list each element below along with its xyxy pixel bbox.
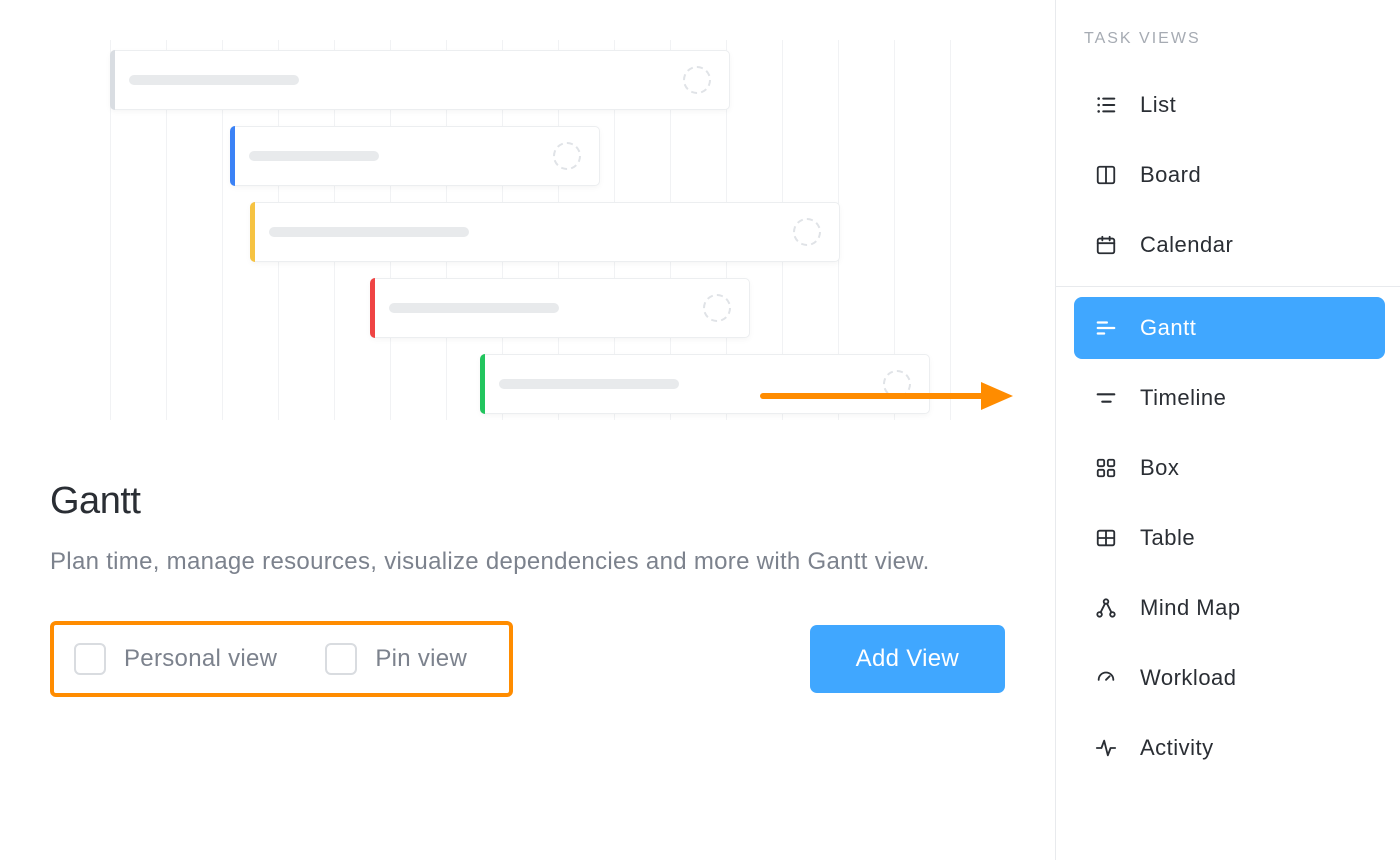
sidebar-item-mindmap[interactable]: Mind Map — [1074, 577, 1385, 639]
sidebar-divider — [1056, 286, 1400, 287]
calendar-icon — [1094, 233, 1118, 257]
activity-icon — [1094, 736, 1118, 760]
personal-view-checkbox[interactable]: Personal view — [74, 643, 277, 675]
gantt-bar — [250, 202, 840, 262]
sidebar-item-activity[interactable]: Activity — [1074, 717, 1385, 779]
view-footer: Personal view Pin view Add View — [50, 621, 1005, 697]
annotation-arrow-icon — [759, 376, 1019, 416]
assignee-placeholder-icon — [703, 294, 731, 322]
sidebar-item-label: Timeline — [1140, 385, 1226, 411]
task-views-sidebar: TASK VIEWS List Boa — [1055, 0, 1400, 860]
sidebar-item-label: Mind Map — [1140, 595, 1241, 621]
sidebar-item-board[interactable]: Board — [1074, 144, 1385, 206]
sidebar-item-timeline[interactable]: Timeline — [1074, 367, 1385, 429]
sidebar-item-label: Box — [1140, 455, 1179, 481]
main-panel: Gantt Plan time, manage resources, visua… — [0, 0, 1055, 860]
placeholder-line — [389, 303, 559, 313]
sidebar-item-label: List — [1140, 92, 1176, 118]
sidebar-item-gantt[interactable]: Gantt — [1074, 297, 1385, 359]
sidebar-item-list[interactable]: List — [1074, 74, 1385, 136]
sidebar-item-calendar[interactable]: Calendar — [1074, 214, 1385, 276]
assignee-placeholder-icon — [683, 66, 711, 94]
view-title: Gantt — [50, 480, 965, 523]
gantt-bar — [110, 50, 730, 110]
view-description: Plan time, manage resources, visualize d… — [50, 543, 930, 581]
sidebar-item-label: Workload — [1140, 665, 1237, 691]
sidebar-item-workload[interactable]: Workload — [1074, 647, 1385, 709]
list-icon — [1094, 93, 1118, 117]
workload-icon — [1094, 666, 1118, 690]
checkbox-box — [74, 643, 106, 675]
checkbox-label: Pin view — [375, 645, 467, 673]
placeholder-line — [249, 151, 379, 161]
sidebar-item-label: Gantt — [1140, 315, 1196, 341]
gantt-bar-color-tag — [110, 50, 115, 110]
gantt-icon — [1094, 316, 1118, 340]
gantt-bar — [230, 126, 600, 186]
view-options-highlight: Personal view Pin view — [50, 621, 513, 697]
add-view-button[interactable]: Add View — [810, 625, 1005, 693]
sidebar-item-label: Board — [1140, 162, 1201, 188]
sidebar-item-label: Activity — [1140, 735, 1214, 761]
checkbox-box — [325, 643, 357, 675]
mindmap-icon — [1094, 596, 1118, 620]
assignee-placeholder-icon — [553, 142, 581, 170]
placeholder-line — [269, 227, 469, 237]
sidebar-header: TASK VIEWS — [1074, 30, 1385, 66]
gantt-bar-color-tag — [370, 278, 375, 338]
gantt-bar — [370, 278, 750, 338]
timeline-icon — [1094, 386, 1118, 410]
assignee-placeholder-icon — [793, 218, 821, 246]
gantt-bar-color-tag — [250, 202, 255, 262]
pin-view-checkbox[interactable]: Pin view — [325, 643, 467, 675]
sidebar-item-table[interactable]: Table — [1074, 507, 1385, 569]
table-icon — [1094, 526, 1118, 550]
checkbox-label: Personal view — [124, 645, 277, 673]
box-icon — [1094, 456, 1118, 480]
placeholder-line — [499, 379, 679, 389]
board-icon — [1094, 163, 1118, 187]
gantt-bar-color-tag — [230, 126, 235, 186]
viewport: Gantt Plan time, manage resources, visua… — [0, 0, 1400, 860]
sidebar-item-box[interactable]: Box — [1074, 437, 1385, 499]
gantt-bar-color-tag — [480, 354, 485, 414]
view-info: Gantt Plan time, manage resources, visua… — [50, 480, 965, 581]
sidebar-item-label: Calendar — [1140, 232, 1233, 258]
placeholder-line — [129, 75, 299, 85]
sidebar-item-label: Table — [1140, 525, 1195, 551]
gantt-illustration — [50, 40, 1005, 420]
